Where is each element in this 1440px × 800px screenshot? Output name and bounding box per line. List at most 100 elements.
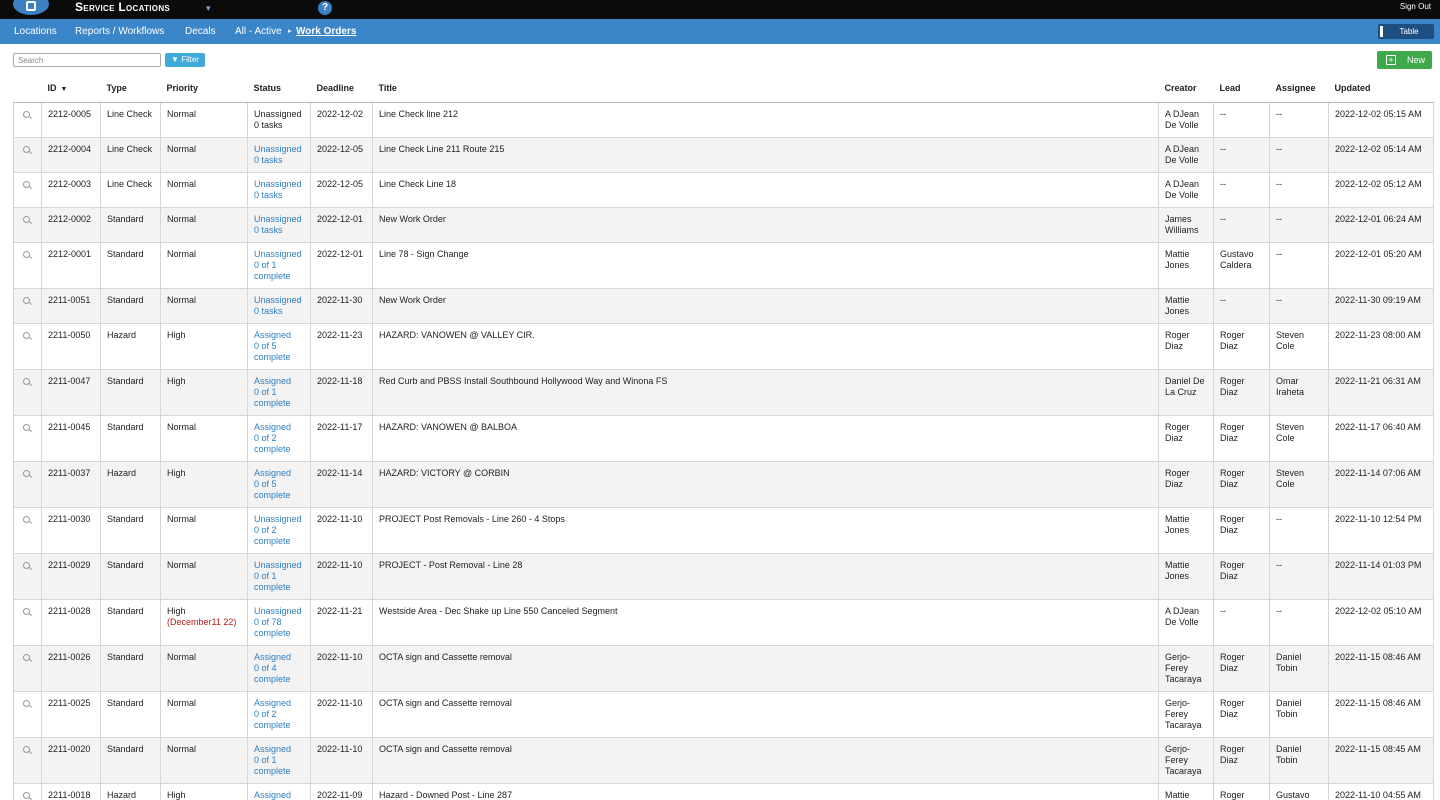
status-value[interactable]: Assigned [254,744,291,754]
new-work-order-button[interactable]: + New [1377,51,1432,69]
header-status[interactable]: Status [247,75,311,103]
table-row[interactable]: 2211-0045 Standard Normal Assigned 0 of 2 co… [13,414,1434,462]
view-cell[interactable] [13,552,42,600]
table-row[interactable]: 2211-0037 Hazard High Assigned 0 of 5 comple… [13,460,1434,508]
magnifier-icon[interactable] [23,515,32,525]
header-assignee[interactable]: Assignee [1269,75,1329,103]
nav-decals[interactable]: Decals [185,26,216,37]
table-row[interactable]: 2212-0004 Line Check Normal Unassigned 0 tas… [13,136,1434,173]
header-creator[interactable]: Creator [1158,75,1214,103]
cell-status[interactable]: Assigned 0 of 2 complete [247,690,311,738]
status-value[interactable]: Unassigned [254,295,302,305]
app-title[interactable]: Service Locations [75,0,170,14]
magnifier-icon[interactable] [23,331,32,341]
cell-status[interactable]: Unassigned 0 of 1 complete [247,552,311,600]
status-detail[interactable]: 0 tasks [254,155,283,165]
magnifier-icon[interactable] [23,145,32,155]
status-detail[interactable]: 0 of 1 complete [254,571,291,592]
cell-status[interactable]: Assigned0 of 1 complete [247,736,311,784]
header-deadline[interactable]: Deadline [310,75,373,103]
table-row[interactable]: 2211-0028 Standard High (December11 22) Unas… [13,598,1434,646]
magnifier-icon[interactable] [23,607,32,617]
sort-desc-icon[interactable]: ▼ [61,86,68,93]
table-row[interactable]: 2211-0025 Standard Normal Assigned 0 of 2 co… [13,690,1434,738]
cell-status[interactable]: Assigned 0 of 5 complete [247,460,311,508]
table-row[interactable]: 2211-0050 Hazard High Assigned 0 of 5 comple… [13,322,1434,370]
table-row[interactable]: 2211-0026 Standard Normal Assigned 0 of 4 co… [13,644,1434,692]
nav-locations[interactable]: Locations [14,26,57,37]
magnifier-icon[interactable] [23,469,32,479]
magnifier-icon[interactable] [23,250,32,260]
magnifier-icon[interactable] [23,745,32,755]
table-row[interactable]: 2211-0051 Standard Normal Unassigned 0 tasks… [13,287,1434,324]
table-view-toggle[interactable]: Table [1378,24,1434,39]
table-row[interactable]: 2212-0005 Line Check Normal Unassigned 0 tas… [13,101,1434,138]
table-row[interactable]: 2212-0001 Standard Normal Unassigned 0 of 1 … [13,241,1434,289]
cell-status[interactable]: Unassigned 0 of 1 complete [247,241,311,289]
view-cell[interactable] [13,322,42,370]
status-value[interactable]: Unassigned [254,179,302,189]
status-detail[interactable]: 0 of 5 complete [254,479,291,500]
status-value[interactable]: Unassigned [254,514,302,524]
cell-status[interactable]: Assigned0 of 1 complete [247,782,311,800]
nav-all-active[interactable]: All - Active [235,26,282,37]
cell-status[interactable]: Unassigned 0 tasks [247,287,311,324]
status-value[interactable]: Assigned [254,652,291,662]
cell-status[interactable]: Assigned0 of 1 complete [247,368,311,416]
status-detail[interactable]: 0 tasks [254,190,283,200]
table-row[interactable]: 2211-0018Hazard High Assigned0 of 1 comple… [13,782,1434,800]
nav-work-orders[interactable]: Work Orders [296,26,356,37]
app-switcher-caret-icon[interactable]: ▾ [206,3,211,14]
magnifier-icon[interactable] [23,377,32,387]
cell-status[interactable]: Assigned 0 of 5 complete [247,322,311,370]
status-detail[interactable]: 0 of 4 complete [254,663,291,684]
status-detail[interactable]: 0 of 1 complete [254,755,291,776]
status-value[interactable]: Unassigned [254,560,302,570]
status-detail[interactable]: 0 of 1 complete [254,260,291,281]
table-row[interactable]: 2211-0030 Standard Normal Unassigned 0 of 2 … [13,506,1434,554]
table-row[interactable]: 2211-0020 Standard Normal Assigned 0 of 1 co… [13,736,1434,784]
magnifier-icon[interactable] [23,180,32,190]
status-detail[interactable]: 0 of 2 complete [254,709,291,730]
status-value[interactable]: Assigned [254,330,291,340]
magnifier-icon[interactable] [23,215,32,225]
search-input[interactable] [13,53,161,67]
status-detail[interactable]: 0 tasks [254,306,283,316]
status-detail[interactable]: 0 of 2 complete [254,433,291,454]
view-cell[interactable] [13,690,42,738]
status-value[interactable]: Assigned [254,376,291,386]
view-cell[interactable] [13,506,42,554]
view-cell[interactable] [13,736,42,784]
status-value[interactable]: Unassigned [254,214,302,224]
table-row[interactable]: 2212-0003 Line Check Normal Unassigned 0 tas… [13,171,1434,208]
magnifier-icon[interactable] [23,791,32,800]
table-row[interactable]: 2211-0029 Standard Normal Unassigned 0 of 1 … [13,552,1434,600]
magnifier-icon[interactable] [23,296,32,306]
status-detail[interactable]: 0 of 2 complete [254,525,291,546]
view-cell[interactable] [13,101,42,138]
view-cell[interactable] [13,598,42,646]
header-priority[interactable]: Priority [160,75,248,103]
cell-status[interactable]: Unassigned 0 tasks [247,171,311,208]
cell-status[interactable]: Unassigned 0 tasks [247,206,311,243]
status-detail[interactable]: 0 of 78 complete [254,617,291,638]
header-title[interactable]: Title [372,75,1159,103]
status-detail[interactable]: 0 tasks [254,225,283,235]
magnifier-icon[interactable] [23,561,32,571]
status-value[interactable]: Unassigned [254,606,302,616]
status-value[interactable]: Unassigned [254,249,302,259]
cell-status[interactable]: Unassigned 0 of 78 complete [247,598,311,646]
status-value[interactable]: Assigned [254,698,291,708]
view-cell[interactable] [13,171,42,208]
magnifier-icon[interactable] [23,423,32,433]
magnifier-icon[interactable] [23,699,32,709]
sign-out-link[interactable]: Sign Out [1400,2,1431,11]
filter-button[interactable]: ▼ Filter [165,53,205,67]
header-updated[interactable]: Updated [1328,75,1434,103]
status-detail[interactable]: 0 of 5 complete [254,341,291,362]
cell-status[interactable]: Assigned 0 of 2 complete [247,414,311,462]
magnifier-icon[interactable] [23,110,32,120]
nav-reports-workflows[interactable]: Reports / Workflows [75,26,164,37]
help-icon[interactable]: ? [318,1,332,15]
status-value[interactable]: Unassigned [254,144,302,154]
